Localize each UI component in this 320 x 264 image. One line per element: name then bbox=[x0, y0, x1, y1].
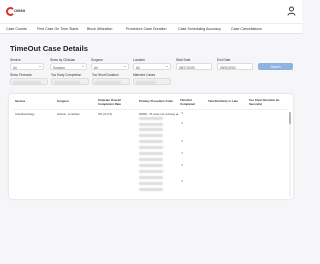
too-short-label: Too Short Duration bbox=[92, 73, 119, 77]
location-select[interactable]: All bbox=[133, 63, 171, 70]
redacted-cell bbox=[139, 117, 163, 120]
x-mark-icon: ✕ bbox=[181, 163, 184, 167]
x-mark-icon: ✕ bbox=[181, 139, 184, 143]
omni-logo[interactable]: OMNI bbox=[6, 7, 28, 16]
timeout-case-table: Service Surgeon Clinician Overall Comple… bbox=[9, 94, 293, 199]
redacted-cell bbox=[139, 164, 163, 167]
tab-case-scheduling-accuracy[interactable]: Case Scheduling Accuracy bbox=[178, 27, 221, 31]
col-service[interactable]: Service bbox=[15, 99, 25, 104]
tab-procedure-case-duration[interactable]: Procedure Case Duration bbox=[126, 27, 167, 31]
app-header: OMNI bbox=[0, 0, 302, 23]
col-too-short-duration[interactable]: Too Short Duration (in Seconds) bbox=[249, 98, 287, 106]
service-label: Service bbox=[10, 58, 21, 62]
surgeon-select[interactable]: All bbox=[91, 63, 129, 70]
too-early-field bbox=[51, 78, 89, 85]
redacted-cell bbox=[139, 134, 163, 137]
redacted-value bbox=[13, 81, 41, 84]
show-timeouts-field bbox=[10, 78, 48, 85]
redacted-cell bbox=[139, 146, 163, 149]
chevron-down-icon bbox=[82, 66, 84, 67]
redacted-cell bbox=[139, 152, 163, 155]
row-procedure-code: 00820 - PI anes ure rectoug ▲ bbox=[139, 112, 179, 116]
col-surgeon[interactable]: Surgeon bbox=[57, 99, 69, 104]
row-surgeon: Gibson, Jonathan bbox=[57, 112, 80, 116]
chevron-down-icon bbox=[166, 66, 168, 67]
surgeon-label: Surgeon bbox=[91, 58, 104, 62]
location-value: All bbox=[136, 65, 140, 70]
start-date-label: Start Date bbox=[176, 58, 191, 62]
redacted-value bbox=[136, 81, 156, 84]
col-timeout-completed[interactable]: TimeOut Completed bbox=[180, 98, 200, 106]
start-date-input[interactable]: 08/17/2020 bbox=[176, 63, 212, 70]
redacted-cell bbox=[139, 188, 163, 191]
location-label: Location bbox=[133, 58, 146, 62]
col-primary-procedure-code[interactable]: Primary Procedure Code bbox=[139, 99, 173, 104]
service-select[interactable]: All bbox=[10, 63, 44, 70]
matched-cases-label: Matched Cases bbox=[133, 73, 156, 77]
redacted-cell bbox=[139, 158, 163, 161]
show-timeouts-label: Show Timeouts bbox=[10, 73, 32, 77]
redacted-value bbox=[54, 81, 80, 84]
too-short-field bbox=[92, 78, 130, 85]
report-tabs: Case Counts First Case On Time Starts Bl… bbox=[0, 23, 302, 34]
service-value: All bbox=[13, 65, 17, 70]
end-date-label: End Date bbox=[217, 58, 231, 62]
too-early-label: Too Early Completion bbox=[51, 73, 82, 77]
x-mark-icon: ✕ bbox=[181, 121, 184, 125]
row-service: Anesthesiology bbox=[15, 112, 35, 116]
redacted-value bbox=[95, 81, 121, 84]
redacted-cell bbox=[139, 140, 163, 143]
end-date-input[interactable]: 09/30/2022 bbox=[217, 63, 253, 70]
redacted-cell bbox=[139, 176, 163, 179]
chevron-down-icon bbox=[124, 66, 126, 67]
search-button[interactable]: Search bbox=[258, 63, 293, 70]
row-completion-rate: 0% (0 of 6) bbox=[98, 112, 113, 116]
show-by-value: Surgeon bbox=[53, 65, 66, 70]
x-mark-icon: ✕ bbox=[181, 179, 184, 183]
x-mark-icon: ✕ bbox=[181, 111, 184, 115]
col-timeout-early-late[interactable]: TimeOut Early or Late bbox=[208, 99, 238, 104]
table-scrollbar-track[interactable] bbox=[289, 112, 291, 196]
header-divider bbox=[13, 109, 289, 110]
redacted-cell bbox=[139, 128, 163, 131]
x-mark-icon: ✕ bbox=[181, 151, 184, 155]
logo-text: OMNI bbox=[14, 8, 26, 13]
user-icon[interactable] bbox=[287, 6, 296, 16]
show-by-select[interactable]: Surgeon bbox=[50, 63, 87, 70]
col-completion-rate[interactable]: Clinician Overall Completion Rate bbox=[98, 98, 132, 106]
tab-case-counts[interactable]: Case Counts bbox=[6, 27, 27, 31]
matched-cases-field bbox=[133, 78, 171, 85]
page-title: TimeOut Case Details bbox=[10, 44, 88, 53]
tab-case-cancellations[interactable]: Case Cancellations bbox=[231, 27, 262, 31]
redacted-cell bbox=[139, 170, 163, 173]
surgeon-value: All bbox=[94, 65, 98, 70]
chevron-down-icon bbox=[39, 66, 41, 67]
table-scrollbar-thumb[interactable] bbox=[289, 112, 291, 124]
show-by-label: Show by Clinician bbox=[50, 58, 76, 62]
tab-block-utilization[interactable]: Block Utilization bbox=[87, 27, 112, 31]
tab-first-case-on-time-starts[interactable]: First Case On Time Starts bbox=[37, 27, 78, 31]
redacted-cell bbox=[139, 123, 163, 126]
redacted-cell bbox=[139, 182, 163, 185]
